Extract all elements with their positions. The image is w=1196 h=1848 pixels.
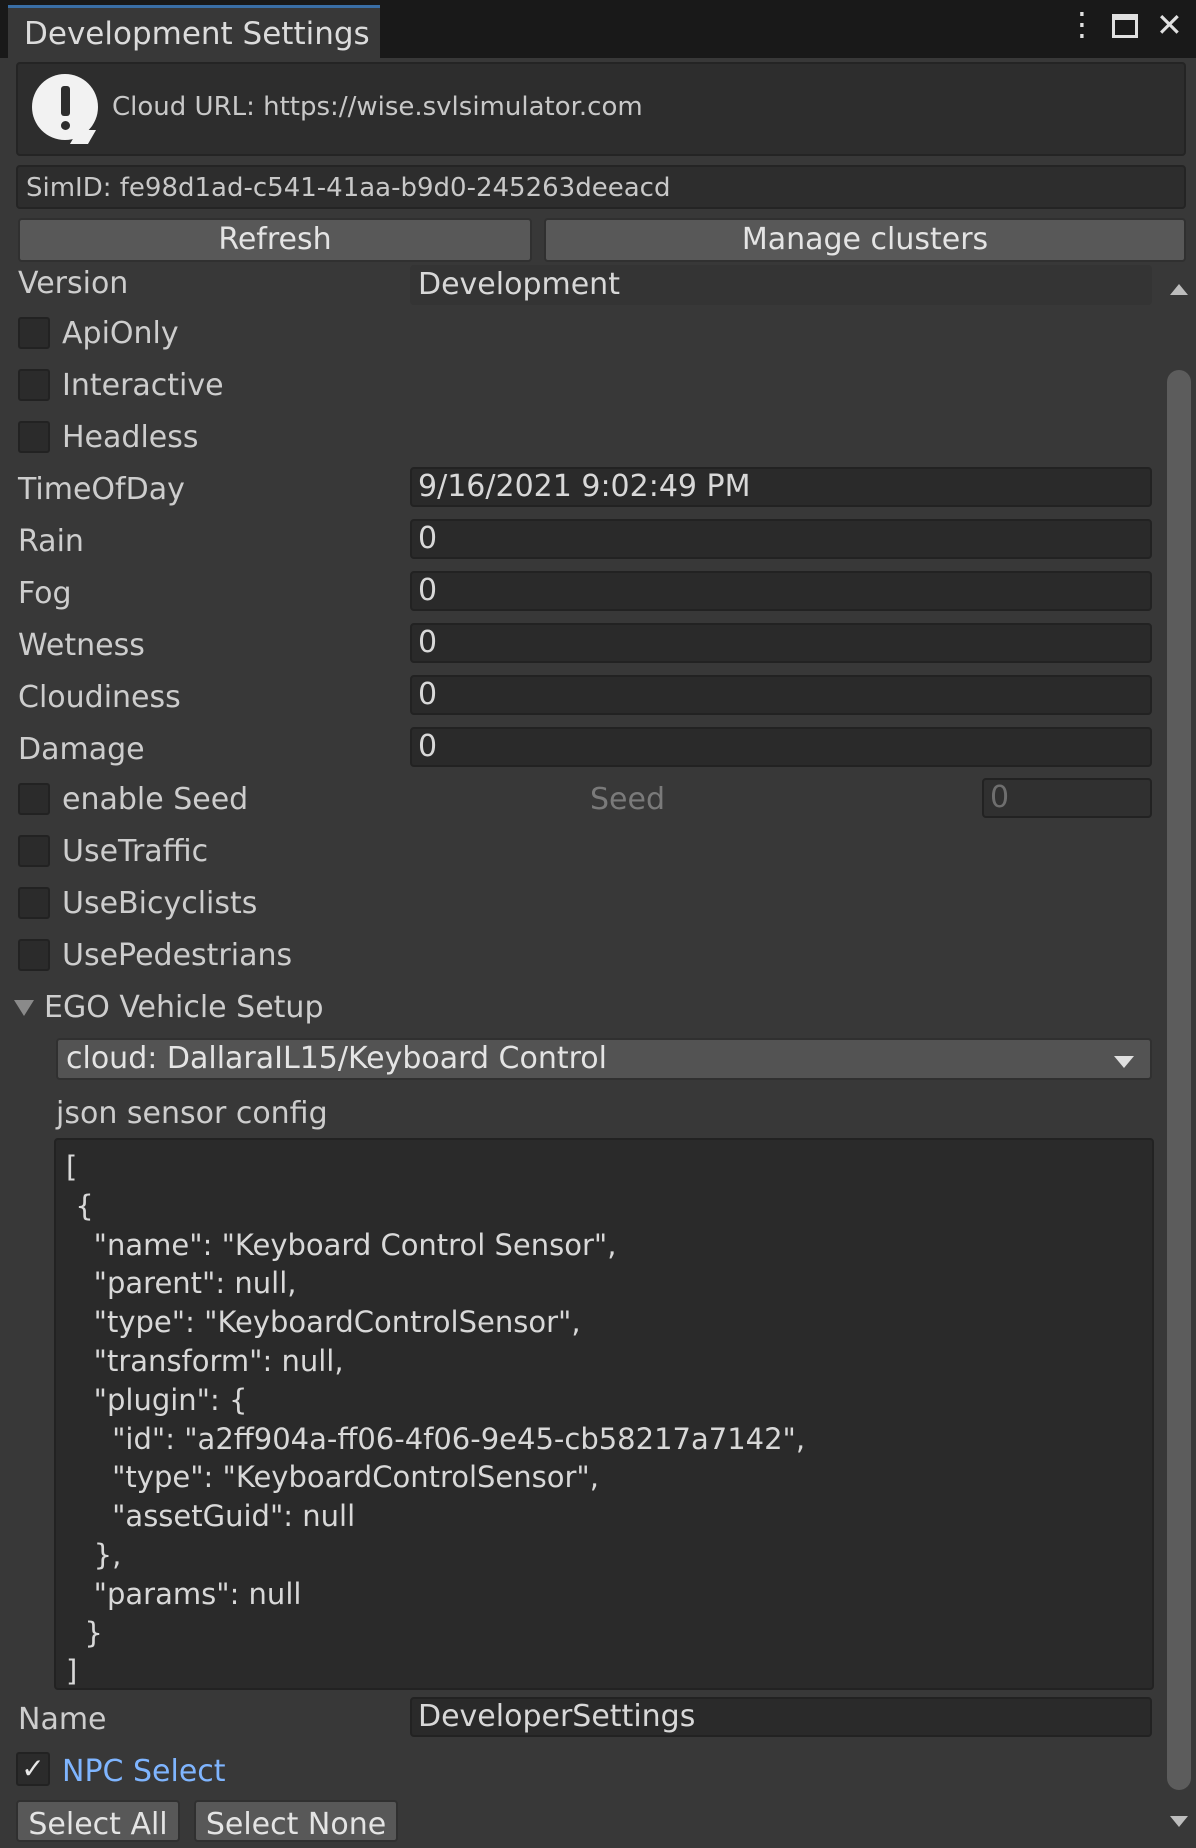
- vehicle-dropdown-value: cloud: DallaraIL15/Keyboard Control: [66, 1041, 607, 1076]
- rain-label: Rain: [18, 524, 84, 559]
- select-all-button[interactable]: Select All: [16, 1800, 180, 1842]
- rain-field[interactable]: 0: [410, 519, 1152, 559]
- version-field[interactable]: Development: [410, 265, 1152, 305]
- npc-select-checkbox[interactable]: ✓: [16, 1752, 50, 1786]
- refresh-button[interactable]: Refresh: [18, 218, 532, 262]
- dropdown-arrow-icon: [1114, 1056, 1134, 1068]
- interactive-checkbox[interactable]: [18, 369, 50, 401]
- wetness-field[interactable]: 0: [410, 623, 1152, 663]
- scrollbar-thumb[interactable]: [1167, 370, 1191, 1790]
- headless-checkbox[interactable]: [18, 421, 50, 453]
- maximize-icon[interactable]: [1112, 14, 1138, 38]
- vehicle-dropdown[interactable]: cloud: DallaraIL15/Keyboard Control: [56, 1038, 1152, 1080]
- cloudiness-label: Cloudiness: [18, 680, 181, 715]
- manage-clusters-button[interactable]: Manage clusters: [544, 218, 1186, 262]
- use-bicyclists-label: UseBicyclists: [62, 886, 258, 921]
- name-label: Name: [18, 1702, 107, 1737]
- damage-label: Damage: [18, 732, 145, 767]
- scroll-down-icon[interactable]: [1170, 1816, 1188, 1827]
- use-pedestrians-label: UsePedestrians: [62, 938, 293, 973]
- more-options-icon[interactable]: ⋮: [1066, 8, 1098, 40]
- scroll-up-icon[interactable]: [1170, 284, 1188, 295]
- wetness-label: Wetness: [18, 628, 145, 663]
- sim-id-field: SimID: fe98d1ad-c541-41aa-b9d0-245263dee…: [16, 165, 1186, 209]
- seed-label: Seed: [590, 782, 665, 817]
- use-traffic-checkbox[interactable]: [18, 835, 50, 867]
- sim-id-text: SimID: fe98d1ad-c541-41aa-b9d0-245263dee…: [26, 173, 671, 203]
- interactive-label: Interactive: [62, 368, 224, 403]
- tab-title: Development Settings: [24, 16, 370, 52]
- ego-vehicle-setup-label[interactable]: EGO Vehicle Setup: [44, 990, 324, 1025]
- headless-label: Headless: [62, 420, 199, 455]
- enable-seed-label: enable Seed: [62, 782, 249, 817]
- damage-field[interactable]: 0: [410, 727, 1152, 767]
- time-of-day-label: TimeOfDay: [18, 472, 185, 507]
- use-traffic-label: UseTraffic: [62, 834, 209, 869]
- cloudiness-field[interactable]: 0: [410, 675, 1152, 715]
- exclamation-icon: [32, 74, 98, 144]
- use-pedestrians-checkbox[interactable]: [18, 939, 50, 971]
- foldout-arrow-icon[interactable]: [14, 1000, 34, 1016]
- select-none-button[interactable]: Select None: [194, 1800, 398, 1842]
- tab-development-settings[interactable]: Development Settings: [8, 5, 380, 58]
- version-label: Version: [18, 266, 129, 301]
- api-only-checkbox[interactable]: [18, 317, 50, 349]
- api-only-label: ApiOnly: [62, 316, 179, 351]
- json-sensor-config-textarea[interactable]: [ { "name": "Keyboard Control Sensor", "…: [54, 1138, 1154, 1690]
- npc-select-label: NPC Select: [62, 1754, 226, 1789]
- name-field[interactable]: DeveloperSettings: [410, 1697, 1152, 1737]
- fog-field[interactable]: 0: [410, 571, 1152, 611]
- json-sensor-config-label: json sensor config: [56, 1096, 328, 1131]
- enable-seed-checkbox[interactable]: [18, 783, 50, 815]
- seed-field: 0: [982, 778, 1152, 818]
- use-bicyclists-checkbox[interactable]: [18, 887, 50, 919]
- time-of-day-field[interactable]: 9/16/2021 9:02:49 PM: [410, 467, 1152, 507]
- close-icon[interactable]: ✕: [1156, 9, 1183, 41]
- cloud-url-box: Cloud URL: https://wise.svlsimulator.com: [16, 62, 1186, 156]
- cloud-url-text: Cloud URL: https://wise.svlsimulator.com: [112, 92, 643, 122]
- fog-label: Fog: [18, 576, 72, 611]
